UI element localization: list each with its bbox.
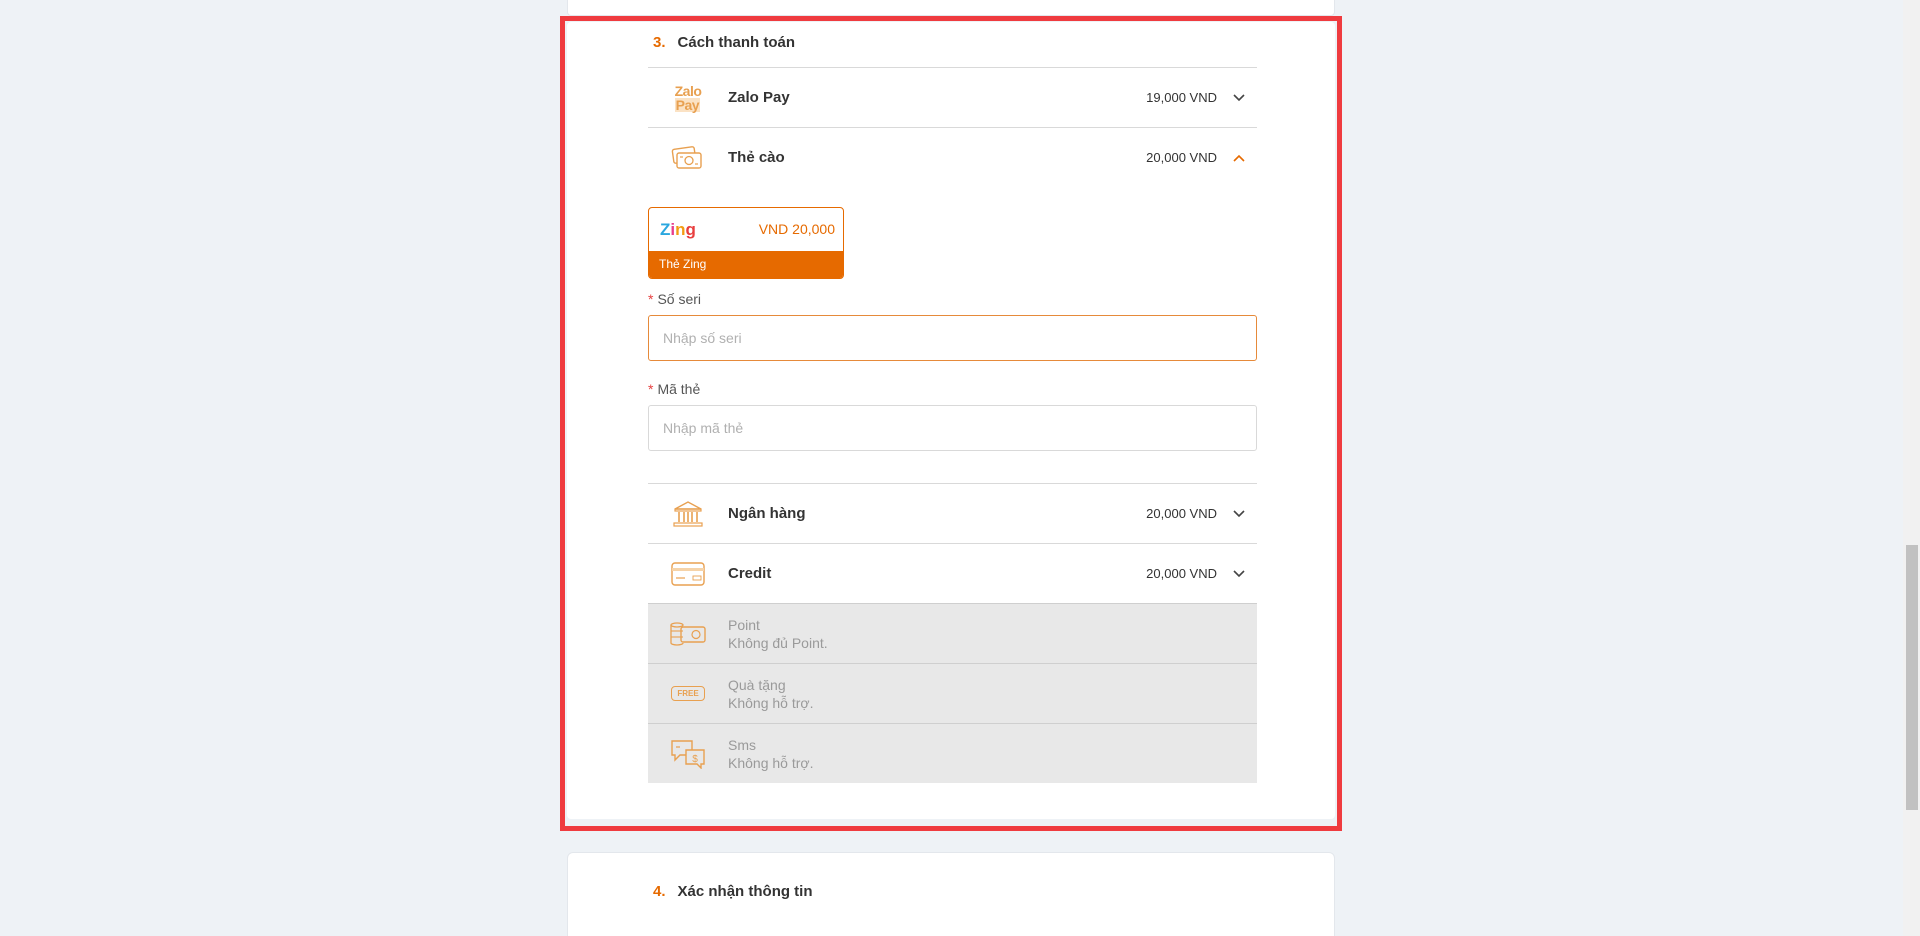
section-title-text: Xác nhận thông tin (677, 883, 813, 900)
method-name: Credit (728, 565, 772, 582)
payment-method-sms: $ Sms Không hỗ trợ. (648, 723, 1257, 783)
method-note: Không hỗ trợ. (728, 754, 814, 771)
sms-icon: $ (648, 724, 728, 783)
payment-method-point: Point Không đủ Point. (648, 603, 1257, 663)
method-name: Sms (728, 736, 756, 753)
chevron-up-icon[interactable] (1229, 148, 1249, 168)
card-code-input[interactable] (648, 405, 1257, 451)
zalopay-logo-line2: Pay (674, 96, 701, 113)
scratch-card-panel: Zing VND 20,000 Thẻ Zing *Số seri *Mã th… (648, 187, 1257, 483)
point-text: Point Không đủ Point. (728, 616, 1257, 652)
section-title-payment: 3. Cách thanh toán (653, 34, 795, 51)
zing-card-amount: VND 20,000 (758, 221, 835, 237)
section-title-text: Cách thanh toán (677, 34, 796, 51)
method-name: Point (728, 616, 760, 633)
section-number: 4. (653, 883, 666, 900)
free-label: FREE (671, 686, 705, 701)
serial-label-text: Số seri (657, 291, 702, 307)
required-mark: * (648, 381, 654, 397)
bank-icon (648, 484, 728, 543)
zalopay-logo-line1: Zalo (674, 82, 702, 99)
method-note: Không đủ Point. (728, 634, 828, 651)
payment-method-gift: FREE Quà tặng Không hỗ trợ. (648, 663, 1257, 723)
free-gift-icon: FREE (648, 664, 728, 723)
method-name: Zalo Pay (728, 89, 790, 106)
page: 3. Cách thanh toán Zalo Pay Zalo Pay 19,0… (0, 0, 1920, 936)
required-mark: * (648, 291, 654, 307)
payment-method-list: Zalo Pay Zalo Pay 19,000 VND Thẻ cào 20,… (648, 67, 1257, 783)
serial-input[interactable] (648, 315, 1257, 361)
scrollbar-thumb[interactable] (1906, 545, 1918, 810)
zing-card-label: Thẻ Zing (649, 251, 843, 278)
coins-icon (648, 604, 728, 663)
gift-text: Quà tặng Không hỗ trợ. (728, 676, 1257, 712)
payment-method-scratch-card[interactable]: Thẻ cào 20,000 VND (648, 127, 1257, 187)
section-title-confirm: 4. Xác nhận thông tin (653, 883, 813, 900)
chevron-down-icon[interactable] (1229, 88, 1249, 108)
method-price: 19,000 VND (1146, 90, 1217, 105)
payment-method-credit[interactable]: Credit 20,000 VND (648, 543, 1257, 603)
serial-label: * Số seri (648, 291, 701, 307)
sms-text: Sms Không hỗ trợ. (728, 736, 1257, 772)
svg-text:$: $ (692, 754, 698, 765)
card-code-label-text: Mã thẻ (657, 381, 701, 397)
section-number: 3. (653, 34, 666, 51)
card-code-label: * Mã thẻ (648, 381, 700, 397)
method-name: Thẻ cào (728, 149, 785, 166)
method-note: Không hỗ trợ. (728, 694, 814, 711)
method-price: 20,000 VND (1146, 566, 1217, 581)
credit-card-icon (648, 544, 728, 603)
chevron-down-icon[interactable] (1229, 564, 1249, 584)
method-price: 20,000 VND (1146, 150, 1217, 165)
zing-card-option[interactable]: Zing VND 20,000 Thẻ Zing (648, 207, 844, 279)
method-name: Ngân hàng (728, 505, 806, 522)
cash-card-icon (648, 128, 728, 187)
zalopay-icon: Zalo Pay (648, 68, 728, 127)
payment-method-zalopay[interactable]: Zalo Pay Zalo Pay 19,000 VND (648, 67, 1257, 127)
method-name: Quà tặng (728, 676, 786, 693)
previous-section-card (567, 0, 1335, 16)
scrollbar[interactable] (1903, 0, 1920, 936)
zing-logo: Zing (660, 220, 696, 239)
method-price: 20,000 VND (1146, 506, 1217, 521)
chevron-down-icon[interactable] (1229, 504, 1249, 524)
payment-method-bank[interactable]: Ngân hàng 20,000 VND (648, 483, 1257, 543)
